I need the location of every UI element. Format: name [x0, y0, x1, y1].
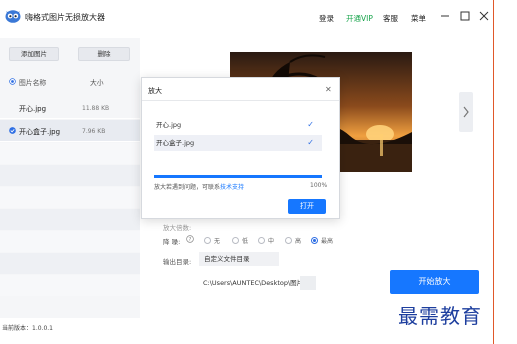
add-image-button[interactable]: 添加图片 — [9, 47, 59, 61]
chevron-right-icon — [463, 106, 469, 118]
open-vip-link[interactable]: 开通VIP — [346, 13, 373, 24]
denoise-option-low[interactable]: 低 — [232, 236, 248, 245]
dialog-title: 放大 — [148, 87, 162, 95]
radio-icon — [204, 237, 211, 244]
check-icon: ✓ — [307, 120, 314, 129]
start-upscale-button[interactable]: 开始放大 — [390, 270, 479, 294]
check-icon: ✓ — [307, 138, 314, 147]
empty-row — [0, 209, 140, 230]
select-all-radio-icon[interactable] — [9, 78, 16, 85]
file-row[interactable]: 开心.jpg 11.88 KB — [0, 97, 140, 119]
title-bar: 嗨格式图片无损放大器 登录 开通VIP 客服 菜单 — [0, 0, 517, 34]
denoise-option-highest[interactable]: 最高 — [311, 236, 333, 245]
radio-selected-icon — [311, 237, 318, 244]
progress-percent: 100% — [310, 182, 328, 189]
file-row-selected[interactable]: 开心盒子.jpg 7.96 KB — [0, 120, 140, 142]
radio-icon — [232, 237, 239, 244]
denoise-option-none[interactable]: 无 — [204, 236, 220, 245]
watermark-text: 最需教育 — [398, 304, 482, 328]
open-button[interactable]: 打开 — [288, 199, 326, 214]
column-header-size: 大小 — [90, 79, 104, 87]
scale-label: 放大倍数: — [163, 224, 192, 232]
dialog-file-name: 开心.jpg — [156, 121, 182, 129]
tech-support-link[interactable]: 技术支持 — [220, 184, 244, 191]
customer-service-link[interactable]: 客服 — [383, 13, 398, 24]
empty-row — [0, 253, 140, 274]
empty-row — [0, 165, 140, 186]
next-image-button[interactable] — [459, 92, 473, 132]
close-icon[interactable] — [479, 11, 489, 21]
progress-fill — [154, 175, 322, 178]
empty-row — [0, 143, 140, 164]
custom-dir-button[interactable]: 自定义文件目录 — [199, 252, 279, 266]
version-status: 当前版本：1.0.0.1 — [2, 325, 53, 332]
menu-link[interactable]: 菜单 — [411, 13, 426, 24]
help-icon[interactable]: ? — [186, 235, 194, 243]
svg-text:?: ? — [189, 237, 192, 243]
maximize-icon[interactable] — [460, 11, 470, 21]
radio-icon — [258, 237, 265, 244]
progress-bar — [154, 175, 322, 178]
output-dir-label: 输出目录: — [163, 258, 192, 266]
dialog-divider — [142, 100, 339, 101]
dialog-close-icon[interactable]: ✕ — [325, 85, 332, 94]
denoise-label: 降 噪: — [163, 238, 181, 246]
empty-row — [0, 275, 140, 296]
file-name: 开心.jpg — [19, 105, 47, 113]
login-link[interactable]: 登录 — [319, 13, 334, 24]
denoise-option-medium[interactable]: 中 — [258, 236, 274, 245]
dialog-file-item: 开心盒子.jpg ✓ — [154, 135, 322, 151]
window-edge-accent — [493, 0, 494, 344]
app-title: 嗨格式图片无损放大器 — [25, 13, 105, 22]
owl-logo-icon — [5, 10, 21, 23]
empty-row — [0, 231, 140, 252]
delete-button[interactable]: 删除 — [78, 47, 130, 61]
file-name: 开心盒子.jpg — [19, 128, 61, 136]
radio-icon — [285, 237, 292, 244]
column-header-name: 图片名称 — [19, 79, 47, 87]
empty-row — [0, 187, 140, 208]
file-list-panel: 添加图片 删除 图片名称 大小 开心.jpg 11.88 KB 开心盒子.jpg… — [0, 38, 140, 318]
denoise-option-high[interactable]: 高 — [285, 236, 301, 245]
progress-note: 放大若遇到问题，可联系技术支持 — [154, 184, 245, 191]
browse-folder-button[interactable] — [300, 276, 316, 290]
file-size: 7.96 KB — [82, 128, 106, 135]
file-size: 11.88 KB — [82, 105, 110, 112]
output-path-field[interactable]: C:\Users\AUNTEC\Desktop\图片\ — [198, 276, 302, 290]
dialog-file-name: 开心盒子.jpg — [156, 139, 195, 147]
dialog-file-item: 开心.jpg ✓ — [154, 117, 322, 133]
upscale-dialog: 放大 ✕ 开心.jpg ✓ 开心盒子.jpg ✓ 放大若遇到问题，可联系技术支持… — [141, 77, 340, 219]
checked-circle-icon[interactable] — [9, 127, 16, 134]
minimize-icon[interactable] — [440, 11, 450, 21]
